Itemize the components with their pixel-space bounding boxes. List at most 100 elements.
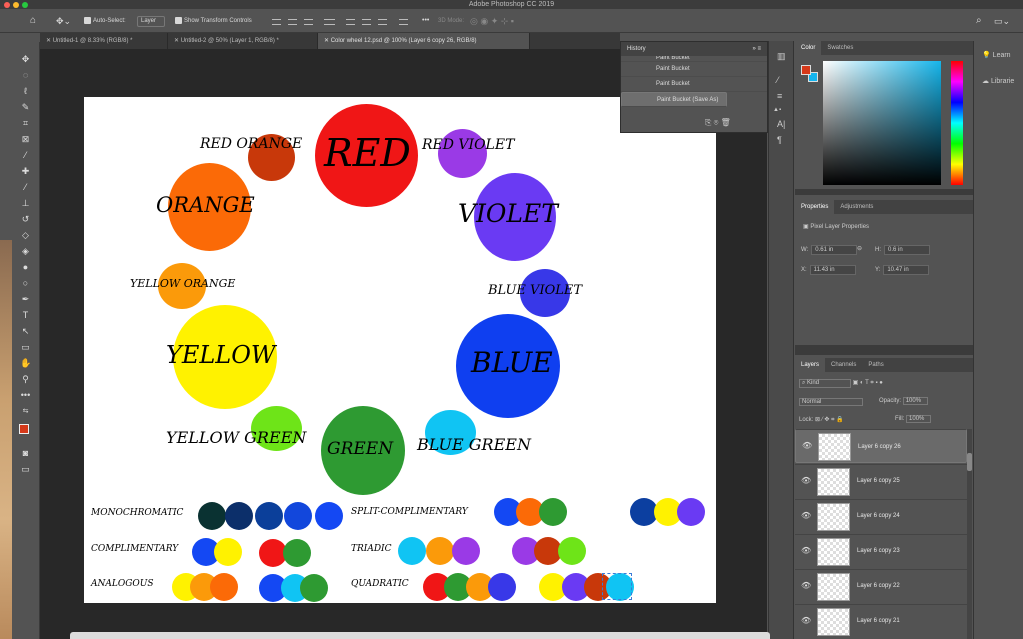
- distribute-vertical-icon[interactable]: [399, 19, 408, 25]
- history-item[interactable]: Paint Bucket: [621, 77, 767, 92]
- distribute-icon[interactable]: [324, 19, 335, 25]
- layer-select[interactable]: Layer: [137, 15, 166, 27]
- workspace-icon[interactable]: ▭⌄: [994, 15, 1010, 27]
- document-canvas[interactable]: RED RED ORANGE RED VIOLET ORANGE VIOLET …: [84, 97, 716, 603]
- history-brush-icon[interactable]: ↺: [20, 214, 31, 225]
- tab-paths[interactable]: Paths: [862, 358, 889, 372]
- more-tools-icon[interactable]: •••: [20, 390, 31, 401]
- hand-tool-icon[interactable]: ✋: [20, 358, 31, 369]
- history-panel-icon[interactable]: ▥: [777, 51, 786, 62]
- w-value[interactable]: 0.61 in: [811, 245, 858, 255]
- zoom-window-icon[interactable]: [22, 2, 28, 8]
- type-tool-icon[interactable]: T: [20, 310, 31, 321]
- visibility-eye-icon[interactable]: 👁: [801, 582, 811, 590]
- selection-bounding-box[interactable]: [602, 573, 632, 600]
- blur-tool-icon[interactable]: ●: [20, 262, 31, 273]
- y-field[interactable]: Y: 10.47 in: [875, 265, 930, 275]
- paragraph-panel-icon[interactable]: ¶: [777, 135, 782, 145]
- more-options-icon[interactable]: •••: [422, 15, 429, 27]
- link-icon[interactable]: ⊖: [857, 245, 862, 252]
- visibility-eye-icon[interactable]: 👁: [801, 477, 811, 485]
- brush-settings-icon[interactable]: ⁄: [777, 75, 779, 85]
- move-tool-icon[interactable]: ✥⌄: [56, 15, 71, 27]
- paint-bucket-icon[interactable]: ◈: [20, 246, 31, 257]
- quick-mask-icon[interactable]: ◙: [20, 448, 31, 459]
- lasso-tool-icon[interactable]: ℓ: [20, 86, 31, 97]
- libraries-button[interactable]: ☁ Librarie: [982, 77, 1014, 85]
- layer-row[interactable]: 👁 Layer 6 copy 22: [795, 569, 967, 603]
- fill-field[interactable]: Fill: 100%: [895, 415, 932, 423]
- screen-mode-icon[interactable]: ▭: [20, 464, 31, 475]
- tab-color-wheel[interactable]: ✕ Color wheel 12.psd @ 100% (Layer 6 cop…: [318, 33, 530, 49]
- search-icon[interactable]: ⌕: [976, 15, 982, 27]
- layer-row[interactable]: 👁 Layer 6 copy 23: [795, 534, 967, 568]
- brush-tool-icon[interactable]: ⁄: [20, 182, 31, 193]
- rectangle-tool-icon[interactable]: ▭: [20, 342, 31, 353]
- close-window-icon[interactable]: [4, 2, 10, 8]
- frame-tool-icon[interactable]: ⊠: [20, 134, 31, 145]
- align-top-icon[interactable]: [346, 19, 355, 25]
- tab-channels[interactable]: Channels: [825, 358, 862, 372]
- tab-adjustments[interactable]: Adjustments: [834, 200, 879, 214]
- hue-slider[interactable]: [951, 61, 963, 185]
- visibility-eye-icon[interactable]: 👁: [801, 512, 811, 520]
- align-left-icon[interactable]: [272, 19, 281, 25]
- x-value[interactable]: 11.43 in: [809, 265, 856, 275]
- path-select-icon[interactable]: ↖: [20, 326, 31, 337]
- opacity-field[interactable]: Opacity: 100%: [879, 397, 929, 405]
- 3d-controls-icon[interactable]: ◎ ◉ ✦ ⊹ ▪: [470, 15, 514, 27]
- auto-select-checkbox[interactable]: Auto-Select:: [84, 15, 126, 27]
- move-tool-icon[interactable]: ✥: [20, 54, 31, 65]
- pen-tool-icon[interactable]: ✒: [20, 294, 31, 305]
- color-panel-foreground-swatch[interactable]: [801, 65, 811, 75]
- align-middle-icon[interactable]: [362, 19, 371, 25]
- home-icon[interactable]: ⌂: [30, 15, 36, 27]
- y-value[interactable]: 10.47 in: [883, 265, 930, 275]
- color-picker-field[interactable]: [823, 61, 941, 185]
- layers-scrollbar[interactable]: [967, 429, 972, 639]
- healing-tool-icon[interactable]: ✚: [20, 166, 31, 177]
- blend-mode-select[interactable]: Normal: [799, 398, 863, 406]
- minimize-window-icon[interactable]: [13, 2, 19, 8]
- tab-properties[interactable]: Properties: [795, 200, 835, 214]
- align-right-icon[interactable]: [304, 19, 313, 25]
- crop-tool-icon[interactable]: ⌗: [20, 118, 31, 129]
- height-field[interactable]: H: 0.6 in: [875, 245, 930, 255]
- visibility-eye-icon[interactable]: 👁: [801, 617, 811, 625]
- eyedropper-tool-icon[interactable]: ⁄: [20, 150, 31, 161]
- dodge-tool-icon[interactable]: ○: [20, 278, 31, 289]
- learn-button[interactable]: 💡 Learn: [982, 51, 1011, 59]
- marquee-tool-icon[interactable]: ◌: [20, 70, 31, 81]
- history-item[interactable]: Paint Bucket: [621, 62, 767, 77]
- layer-row[interactable]: 👁 Layer 6 copy 24: [795, 499, 967, 533]
- fill-value[interactable]: 100%: [906, 415, 932, 423]
- tab-color[interactable]: Color: [795, 41, 822, 55]
- stamp-tool-icon[interactable]: ⊥: [20, 198, 31, 209]
- eraser-tool-icon[interactable]: ◇: [20, 230, 31, 241]
- quick-select-tool-icon[interactable]: ✎: [20, 102, 31, 113]
- adjustments-icon[interactable]: ≡: [777, 91, 782, 101]
- layer-row[interactable]: 👁 Layer 6 copy 21: [795, 604, 967, 638]
- visibility-eye-icon[interactable]: 👁: [801, 547, 811, 555]
- character-panel-icon[interactable]: A|: [777, 119, 785, 129]
- tab-untitled-1[interactable]: ✕ Untitled-1 @ 8.33% (RGB/8) *: [40, 33, 168, 49]
- x-field[interactable]: X: 11.43 in: [801, 265, 856, 275]
- tab-swatches[interactable]: Swatches: [821, 41, 859, 55]
- show-transform-checkbox[interactable]: Show Transform Controls: [175, 15, 252, 27]
- history-item[interactable]: Paint Bucket (Save As): [621, 92, 728, 107]
- align-bottom-icon[interactable]: [378, 19, 387, 25]
- swap-colors-icon[interactable]: ⇆: [20, 406, 31, 417]
- layer-row[interactable]: 👁 Layer 6 copy 25: [795, 464, 967, 498]
- layer-filter[interactable]: ⌕ Kind ▣ ◐ T ⌗ ▪ ●: [799, 379, 883, 388]
- history-action-icons[interactable]: ⎘ ⌾ 🗑: [705, 118, 731, 128]
- width-field[interactable]: W: 0.61 in: [801, 245, 858, 255]
- h-value[interactable]: 0.6 in: [884, 245, 930, 255]
- tab-untitled-2[interactable]: ✕ Untitled-2 @ 50% (Layer 1, RGB/8) *: [168, 33, 318, 49]
- foreground-color-swatch[interactable]: [19, 424, 29, 434]
- align-center-icon[interactable]: [288, 19, 297, 25]
- opacity-value[interactable]: 100%: [902, 397, 929, 405]
- tab-layers[interactable]: Layers: [795, 358, 826, 372]
- visibility-eye-icon[interactable]: 👁: [802, 442, 812, 450]
- layer-row[interactable]: 👁 Layer 6 copy 26: [795, 429, 967, 463]
- warning-icon[interactable]: ▲▪: [773, 107, 781, 113]
